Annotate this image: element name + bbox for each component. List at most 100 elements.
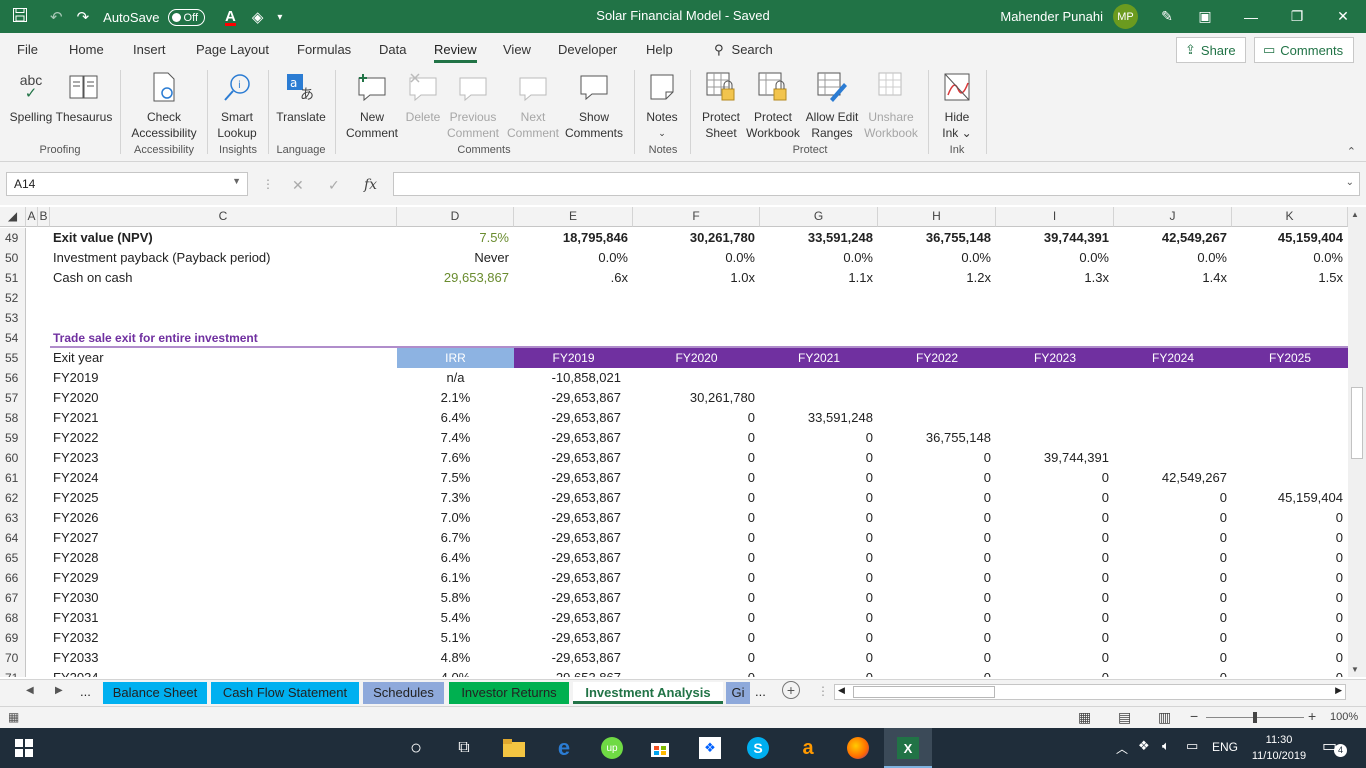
cash-flow-cell[interactable]: 0: [1114, 588, 1232, 608]
exit-year[interactable]: FY2026: [53, 508, 393, 528]
cash-flow-cell[interactable]: 0: [633, 428, 760, 448]
notes-button[interactable]: Notes ⌄: [641, 69, 683, 141]
exit-year[interactable]: FY2025: [53, 488, 393, 508]
irr-value[interactable]: 7.6%: [397, 448, 514, 468]
pen-icon[interactable]: ✎: [1152, 8, 1182, 25]
spreadsheet-grid[interactable]: ◢ A B C D E F G H I J K 49 Exit value (NP…: [0, 207, 1366, 677]
store-icon[interactable]: [648, 736, 672, 760]
avatar[interactable]: MP: [1113, 4, 1138, 29]
clock[interactable]: 11:30 11/10/2019: [1244, 732, 1314, 764]
collapse-ribbon-icon[interactable]: ⌃: [1347, 145, 1356, 158]
cash-flow-cell[interactable]: -29,653,867: [514, 488, 627, 508]
h-scroll-left-icon[interactable]: ◀: [838, 685, 845, 696]
cash-flow-cell[interactable]: 0: [996, 548, 1114, 568]
cash-flow-cell[interactable]: [1114, 448, 1232, 468]
scroll-down-icon[interactable]: ▼: [1351, 665, 1359, 674]
cash-flow-cell[interactable]: [1114, 428, 1232, 448]
dropbox-icon[interactable]: ❖: [698, 736, 722, 760]
cash-flow-cell[interactable]: [1232, 388, 1348, 408]
grid-cell[interactable]: 0.0%: [633, 248, 760, 268]
irr-value[interactable]: 5.4%: [397, 608, 514, 628]
cash-flow-cell[interactable]: 0: [996, 608, 1114, 628]
exit-year[interactable]: FY2027: [53, 528, 393, 548]
tab-help[interactable]: Help: [646, 42, 673, 57]
exit-year[interactable]: FY2033: [53, 648, 393, 668]
cash-flow-cell[interactable]: [1114, 368, 1232, 388]
year-header[interactable]: FY2019: [514, 348, 633, 368]
row-header[interactable]: 52: [0, 288, 26, 308]
hide-ink-button[interactable]: Hide Ink ⌄: [936, 69, 978, 141]
tab-file[interactable]: File: [17, 42, 38, 57]
cash-flow-cell[interactable]: 0: [1232, 608, 1348, 628]
cash-flow-cell[interactable]: [878, 408, 996, 428]
insert-function-icon[interactable]: fx: [364, 177, 377, 193]
exit-year[interactable]: FY2031: [53, 608, 393, 628]
cash-flow-cell[interactable]: 0: [760, 428, 878, 448]
exit-year[interactable]: FY2034: [53, 668, 393, 677]
grid-cell[interactable]: 1.5x: [1232, 268, 1348, 288]
cash-flow-cell[interactable]: -29,653,867: [514, 568, 627, 588]
column-header-i[interactable]: I: [996, 207, 1114, 227]
row-header[interactable]: 62: [0, 488, 26, 508]
row-header[interactable]: 71: [0, 668, 26, 677]
cortana-search-icon[interactable]: ○: [404, 736, 428, 760]
smart-lookup-button[interactable]: i Smart Lookup: [213, 69, 261, 141]
cash-flow-cell[interactable]: 0: [760, 508, 878, 528]
section-title[interactable]: Trade sale exit for entire investment: [53, 328, 393, 348]
cash-flow-cell[interactable]: 0: [633, 448, 760, 468]
cash-flow-cell[interactable]: 0: [760, 468, 878, 488]
cash-flow-cell[interactable]: [1232, 368, 1348, 388]
next-comment-button[interactable]: Next Comment: [504, 69, 562, 141]
cash-flow-cell[interactable]: 0: [633, 488, 760, 508]
grid-cell[interactable]: 7.5%: [397, 228, 514, 248]
cash-flow-cell[interactable]: 0: [1114, 648, 1232, 668]
cash-flow-cell[interactable]: 0: [760, 608, 878, 628]
cash-flow-cell[interactable]: 0: [1114, 628, 1232, 648]
cash-flow-cell[interactable]: 36,755,148: [878, 428, 996, 448]
grid-cell[interactable]: 0.0%: [1114, 248, 1232, 268]
cash-flow-cell[interactable]: 30,261,780: [633, 388, 760, 408]
dropbox-tray-icon[interactable]: ❖: [1138, 738, 1150, 754]
row-header[interactable]: 68: [0, 608, 26, 628]
grid-cell[interactable]: 1.4x: [1114, 268, 1232, 288]
irr-header[interactable]: IRR: [397, 348, 514, 368]
column-header-c[interactable]: C: [50, 207, 397, 227]
cash-flow-cell[interactable]: [996, 388, 1114, 408]
normal-view-icon[interactable]: ▦: [1078, 709, 1091, 726]
expand-formula-icon[interactable]: ⌄: [1346, 177, 1354, 188]
cash-flow-cell[interactable]: -29,653,867: [514, 508, 627, 528]
grid-cell[interactable]: 0.0%: [996, 248, 1114, 268]
close-icon[interactable]: ✕: [1320, 8, 1366, 25]
column-header-j[interactable]: J: [1114, 207, 1232, 227]
cash-flow-cell[interactable]: 0: [878, 488, 996, 508]
translate-button[interactable]: aあ Translate: [274, 69, 328, 125]
row-header[interactable]: 57: [0, 388, 26, 408]
volume-icon[interactable]: 🔈︎: [1162, 738, 1170, 754]
grid-cell[interactable]: 42,549,267: [1114, 228, 1232, 248]
h-scroll-thumb[interactable]: [853, 686, 995, 698]
page-layout-view-icon[interactable]: ▤: [1118, 709, 1131, 726]
cash-flow-cell[interactable]: 0: [1232, 508, 1348, 528]
cash-flow-cell[interactable]: -29,653,867: [514, 668, 627, 677]
select-all-corner[interactable]: ◢: [0, 207, 26, 227]
cash-flow-cell[interactable]: 0: [760, 588, 878, 608]
minimize-icon[interactable]: —: [1228, 9, 1274, 25]
cash-flow-cell[interactable]: 0: [996, 488, 1114, 508]
cash-flow-cell[interactable]: 0: [996, 668, 1114, 677]
sheet-tab-cash-flow-statement[interactable]: Cash Flow Statement: [211, 682, 359, 704]
cash-flow-cell[interactable]: 0: [878, 528, 996, 548]
cash-flow-cell[interactable]: 0: [633, 628, 760, 648]
year-header[interactable]: FY2023: [996, 348, 1114, 368]
cash-flow-cell[interactable]: 0: [633, 548, 760, 568]
grid-cell[interactable]: 1.2x: [878, 268, 996, 288]
cash-flow-cell[interactable]: -10,858,021: [514, 368, 627, 388]
cash-flow-cell[interactable]: 0: [760, 448, 878, 468]
grid-cell[interactable]: 1.3x: [996, 268, 1114, 288]
cash-flow-cell[interactable]: [1114, 408, 1232, 428]
share-button[interactable]: ⇪ Share: [1176, 37, 1246, 63]
tab-data[interactable]: Data: [379, 42, 406, 57]
cash-flow-cell[interactable]: 0: [633, 668, 760, 677]
cash-flow-cell[interactable]: 0: [878, 628, 996, 648]
cash-flow-cell[interactable]: -29,653,867: [514, 448, 627, 468]
exit-year[interactable]: FY2021: [53, 408, 393, 428]
